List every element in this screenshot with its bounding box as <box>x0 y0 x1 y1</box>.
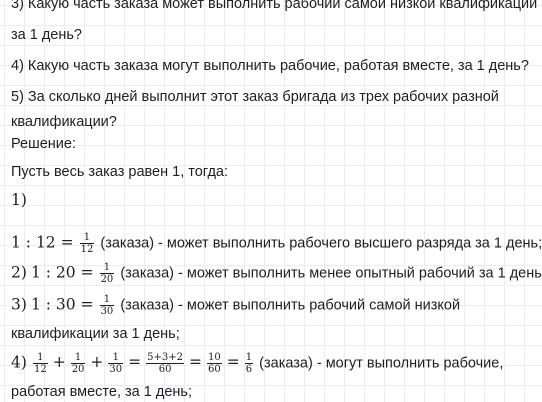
step-2-fraction: 1 20 <box>99 262 115 285</box>
step-4-fraction-6: 16 <box>244 352 254 375</box>
step-4-fraction-1: 1 12 <box>32 352 48 375</box>
step-4: 4) 1 12 +1 20 +1 30 = 5+3+2 60 = 10 60 = 1 6 (заказа) … <box>11 352 503 375</box>
question-3-line1: 3) Какую часть заказа может выполнить ра… <box>11 0 538 12</box>
question-4: 4) Какую часть заказа могут выполнить ра… <box>11 58 529 74</box>
fraction-denominator: 30 <box>100 306 114 317</box>
fraction-numerator: 5+3+2 <box>146 352 185 364</box>
equals-sign: = <box>189 353 203 372</box>
step-2-math: 1 : 20 = <box>30 263 94 282</box>
step-1-math: 1 : 12 = <box>11 233 74 252</box>
step-4-fraction-2: 1 20 <box>70 352 86 375</box>
question-5-line1: 5) За сколько дней выполнит этот заказ б… <box>11 89 499 105</box>
fraction-denominator: 12 <box>80 244 94 255</box>
step-4-fraction-4: 5+3+2 60 <box>146 352 185 375</box>
step-1: 1 : 12 = 1 12 (заказа) - может выполнить … <box>11 232 542 255</box>
step-1-label: 1) <box>11 191 27 209</box>
fraction-denominator: 30 <box>109 364 123 375</box>
fraction-numerator: 1 <box>108 352 124 364</box>
question-3-line2: за 1 день? <box>11 27 82 43</box>
step-2-text: (заказа) - может выполнить менее опытный… <box>120 265 542 282</box>
fraction-numerator: 1 <box>70 352 86 364</box>
step-3-math: 1 : 30 = <box>30 295 94 314</box>
fraction-denominator: 60 <box>208 364 221 375</box>
fraction-numerator: 1 <box>79 232 95 244</box>
step-3-text: (заказа) - может выполнить рабочий самой… <box>120 297 461 314</box>
step-4-prefix: 4) <box>11 353 27 372</box>
fraction-numerator: 1 <box>99 294 115 306</box>
step-3-fraction: 1 30 <box>99 294 115 317</box>
step-4-fraction-5: 10 60 <box>207 352 222 375</box>
step-3-continuation: квалификации за 1 день; <box>11 326 180 342</box>
solution-heading: Решение: <box>11 136 76 152</box>
step-1-fraction: 1 12 <box>79 232 95 255</box>
fraction-denominator: 20 <box>71 364 85 375</box>
plus-sign: + <box>90 353 104 372</box>
step-1-text: (заказа) - может выполнить рабочего высш… <box>100 235 542 252</box>
fraction-denominator: 12 <box>33 364 47 375</box>
fraction-denominator: 20 <box>100 274 114 285</box>
step-3-prefix: 3) <box>11 295 27 314</box>
fraction-numerator: 10 <box>207 352 222 364</box>
step-2: 2) 1 : 20 = 1 20 (заказа) - может выполни… <box>11 262 542 285</box>
step-2-prefix: 2) <box>11 263 27 282</box>
equals-sign: = <box>128 353 142 372</box>
question-5-line2: квалификации? <box>11 114 117 130</box>
fraction-numerator: 1 <box>244 352 254 364</box>
fraction-numerator: 1 <box>99 262 115 274</box>
step-4-continuation: работая вместе, за 1 день; <box>11 384 192 400</box>
step-3: 3) 1 : 30 = 1 30 (заказа) - может выполни… <box>11 294 460 317</box>
equals-sign: = <box>226 353 240 372</box>
solution-intro: Пусть весь заказ равен 1, тогда: <box>11 164 228 180</box>
fraction-denominator: 6 <box>245 364 253 375</box>
step-4-text: (заказа) - могут выполнить рабочие, <box>259 355 504 372</box>
fraction-numerator: 1 <box>32 352 48 364</box>
plus-sign: + <box>52 353 66 372</box>
step-4-fraction-3: 1 30 <box>108 352 124 375</box>
fraction-denominator: 60 <box>158 364 172 375</box>
